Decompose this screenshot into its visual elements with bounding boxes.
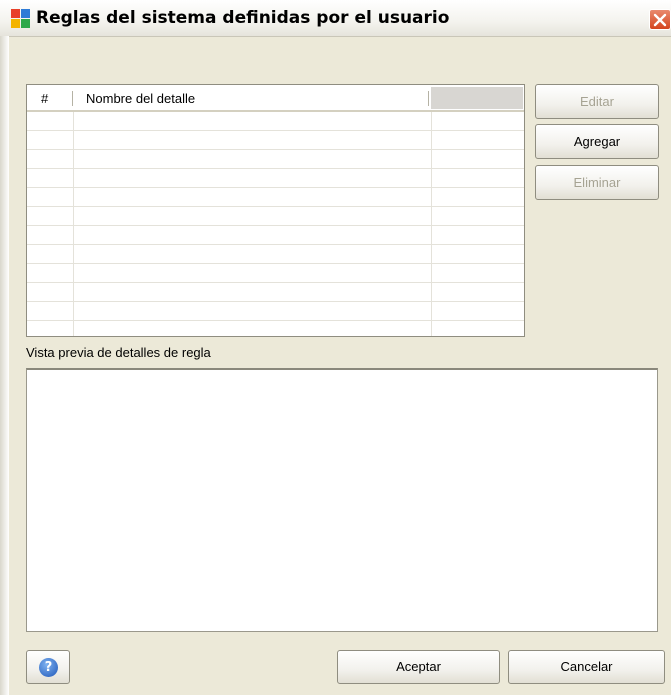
rule-details-preview[interactable]: [26, 368, 658, 632]
window-title: Reglas del sistema definidas por el usua…: [36, 8, 450, 28]
column-header-number[interactable]: #: [41, 91, 48, 106]
window-frame-left: [0, 36, 9, 695]
column-header-name[interactable]: Nombre del detalle: [86, 91, 195, 106]
cancel-button[interactable]: Cancelar: [508, 650, 665, 684]
column-divider: [428, 91, 429, 106]
title-bar[interactable]: Reglas del sistema definidas por el usua…: [0, 0, 671, 37]
help-button[interactable]: ?: [26, 650, 70, 684]
column-gridline: [73, 112, 74, 336]
table-row[interactable]: [27, 321, 524, 336]
table-body: [27, 112, 524, 336]
ok-button[interactable]: Aceptar: [337, 650, 500, 684]
table-row[interactable]: [27, 131, 524, 150]
table-row[interactable]: [27, 150, 524, 169]
table-row[interactable]: [27, 226, 524, 245]
table-row[interactable]: [27, 207, 524, 226]
table-row[interactable]: [27, 283, 524, 302]
table-row[interactable]: [27, 245, 524, 264]
delete-button[interactable]: Eliminar: [535, 165, 659, 200]
rules-table[interactable]: # Nombre del detalle: [26, 84, 525, 337]
add-button[interactable]: Agregar: [535, 124, 659, 159]
column-gridline: [431, 112, 432, 336]
table-row[interactable]: [27, 264, 524, 283]
help-icon: ?: [39, 658, 58, 677]
table-header: # Nombre del detalle: [27, 85, 524, 112]
table-row[interactable]: [27, 169, 524, 188]
table-row[interactable]: [27, 112, 524, 131]
column-divider: [72, 91, 73, 106]
dialog-window: Reglas del sistema definidas por el usua…: [0, 0, 671, 695]
table-row[interactable]: [27, 302, 524, 321]
preview-label: Vista previa de detalles de regla: [26, 345, 211, 360]
close-button[interactable]: [649, 9, 671, 30]
edit-button[interactable]: Editar: [535, 84, 659, 119]
close-icon: [653, 13, 667, 27]
app-logo-icon: [11, 9, 30, 28]
table-row[interactable]: [27, 188, 524, 207]
column-header-filler: [431, 87, 523, 109]
